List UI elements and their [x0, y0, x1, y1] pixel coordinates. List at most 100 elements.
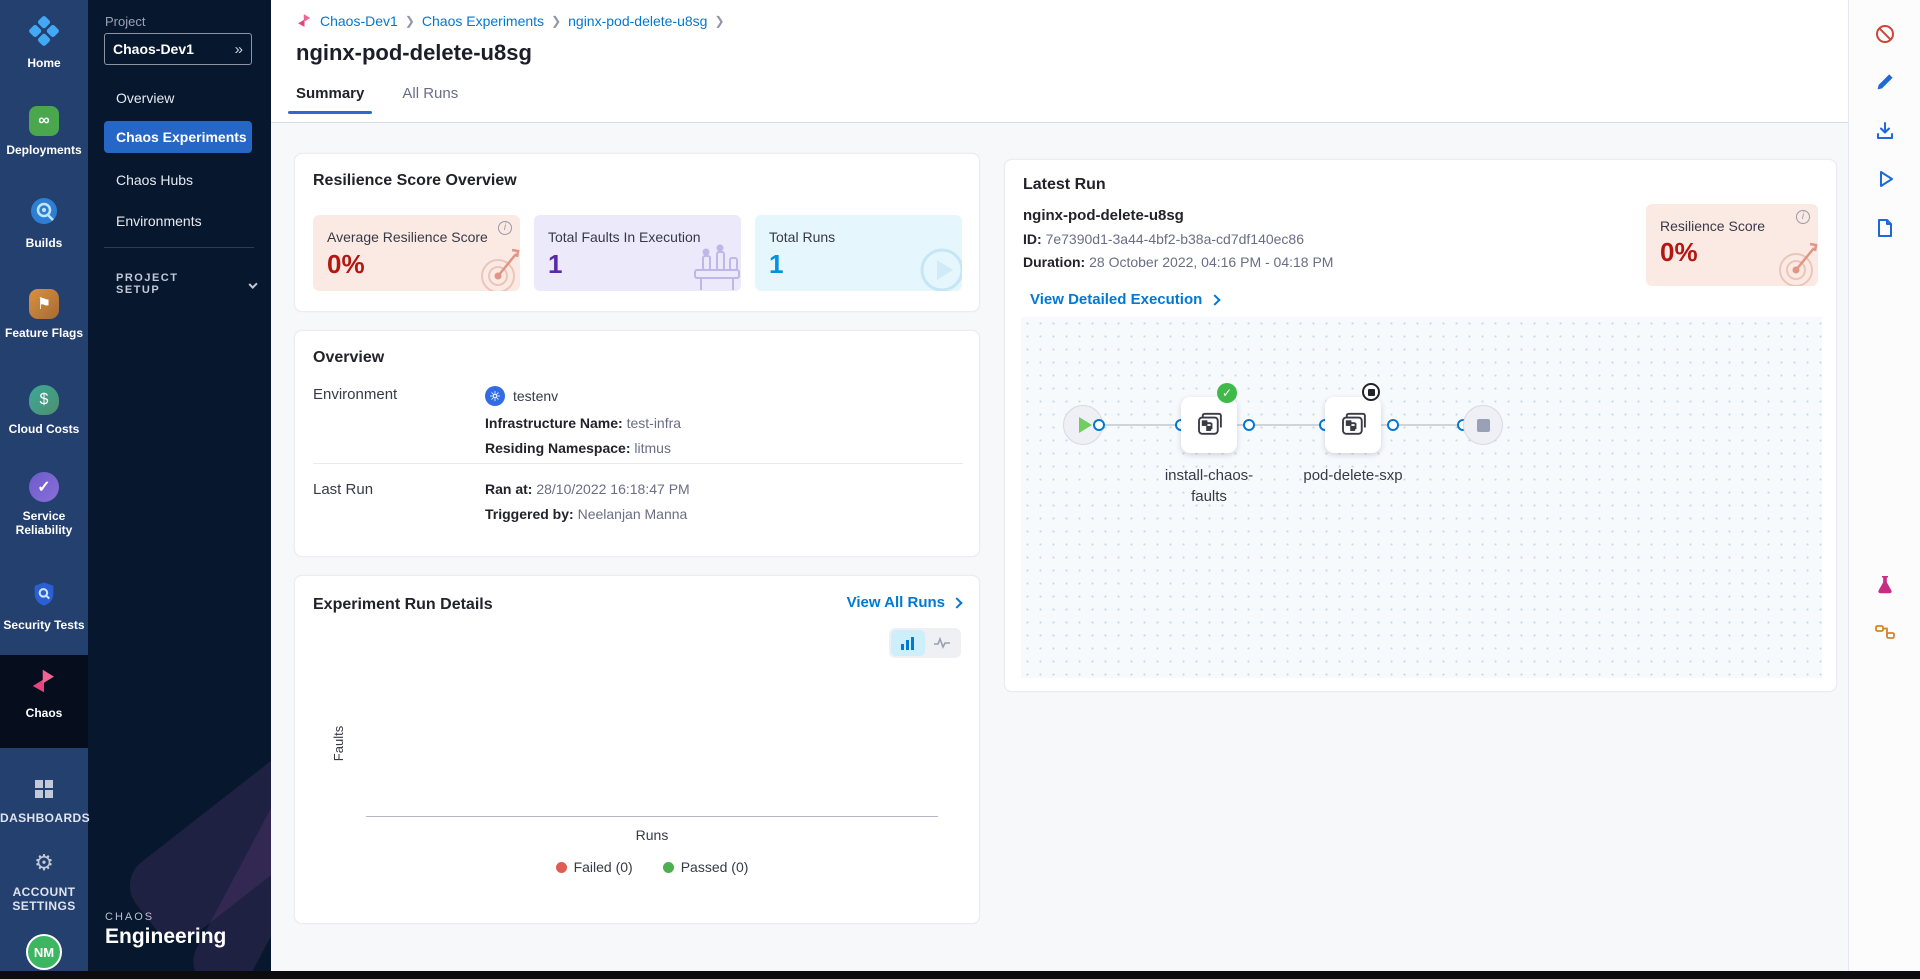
view-detailed-execution-label: View Detailed Execution: [1030, 291, 1202, 308]
breadcrumb-link-project[interactable]: Chaos-Dev1: [320, 13, 398, 29]
resilience-score-overview-card: Resilience Score Overview i Average Resi…: [294, 153, 980, 312]
sidebar-item-overview[interactable]: Overview: [104, 82, 252, 114]
rail-label: Cloud Costs: [0, 422, 88, 436]
info-icon[interactable]: i: [498, 221, 512, 235]
chart-type-toggle: [889, 628, 961, 658]
legend-failed[interactable]: Failed (0): [556, 859, 633, 875]
avatar[interactable]: NM: [26, 934, 62, 970]
experiment-run-details-card: Experiment Run Details View All Runs Fau…: [294, 575, 980, 924]
divider: [313, 463, 963, 464]
project-setup-toggle[interactable]: PROJECT SETUP: [116, 272, 256, 296]
pipeline-connector-line: [1083, 424, 1483, 426]
sidebar-item-label: Chaos Experiments: [116, 129, 247, 145]
sidebar-item-label: Overview: [116, 90, 174, 106]
rail-item-home[interactable]: Home: [0, 14, 88, 70]
view-all-runs-link[interactable]: View All Runs: [847, 594, 961, 611]
total-runs-tile: Total Runs 1: [755, 215, 962, 291]
environment-row: Environment testenv Infrastructure Name:…: [313, 386, 681, 465]
stopped-badge-icon: [1362, 383, 1380, 401]
builds-icon: [27, 194, 61, 228]
environment-name[interactable]: testenv: [513, 388, 558, 404]
breadcrumb-separator: ❯: [714, 14, 724, 28]
stat-label: Total Faults In Execution: [548, 229, 727, 245]
chaos-faults-flask-icon[interactable]: [1874, 574, 1896, 596]
section-title: Latest Run: [1023, 176, 1106, 194]
info-icon[interactable]: i: [1796, 210, 1810, 224]
resilience-score-tile: i Resilience Score 0%: [1646, 204, 1818, 286]
sidebar-item-chaos-hubs[interactable]: Chaos Hubs: [104, 164, 252, 196]
download-manifest-icon[interactable]: [1874, 120, 1896, 142]
dashboards-icon: [27, 772, 61, 806]
legend-passed[interactable]: Passed (0): [663, 859, 749, 875]
connector-port[interactable]: [1243, 419, 1255, 431]
edit-experiment-icon[interactable]: [1874, 71, 1896, 93]
window-edge-bar: [0, 971, 1920, 979]
target-decoration-icon: [1766, 235, 1818, 286]
avg-resilience-score-tile: i Average Resilience Score 0%: [313, 215, 520, 291]
node-label: pod-delete-sxp: [1293, 465, 1413, 486]
rail-item-chaos[interactable]: Chaos: [0, 664, 88, 720]
infra-value: test-infra: [627, 415, 681, 431]
pipeline-node-pod-delete[interactable]: [1325, 397, 1381, 453]
disable-experiment-icon[interactable]: [1874, 23, 1896, 45]
pipeline-end-node[interactable]: [1463, 405, 1503, 445]
brand-block: CHAOS Engineering: [105, 911, 226, 949]
experiment-manifest-icon[interactable]: [1874, 217, 1896, 239]
rail-item-cloud-costs[interactable]: $ Cloud Costs: [0, 383, 88, 436]
play-decoration-icon: [912, 240, 962, 291]
run-experiment-icon[interactable]: [1874, 168, 1896, 190]
rail-label: Deployments: [0, 143, 88, 157]
latest-run-card: Latest Run nginx-pod-delete-u8sg ID: 7e7…: [1004, 159, 1837, 692]
sidebar-item-label: Chaos Hubs: [116, 172, 193, 188]
breadcrumb-link-experiments[interactable]: Chaos Experiments: [422, 13, 544, 29]
infra-label: Infrastructure Name:: [485, 415, 623, 431]
tab-bar: Summary All Runs: [296, 85, 458, 114]
sidebar-item-label: Environments: [116, 213, 202, 229]
rail-item-dashboards[interactable]: DASHBOARDS: [0, 772, 88, 825]
chart-y-axis-label: Faults: [331, 726, 346, 761]
ran-at-label: Ran at:: [485, 481, 532, 497]
namespace-value: litmus: [634, 440, 671, 456]
tab-all-runs[interactable]: All Runs: [402, 85, 458, 114]
pipeline-view-icon[interactable]: [1874, 621, 1896, 643]
connector-port[interactable]: [1093, 419, 1105, 431]
pipeline-node-install-chaos-faults[interactable]: [1181, 397, 1237, 453]
expand-icon[interactable]: »: [235, 41, 243, 58]
run-id-value: 7e7390d1-3a44-4bf2-b38a-cd7df140ec86: [1046, 231, 1304, 247]
chevron-right-icon: [1210, 294, 1221, 305]
target-decoration-icon: [468, 242, 520, 291]
legend-passed-label: Passed (0): [681, 859, 749, 875]
kubernetes-icon: [485, 386, 505, 406]
connector-port[interactable]: [1387, 419, 1399, 431]
sidebar-item-environments[interactable]: Environments: [104, 205, 252, 237]
stat-tiles: i Average Resilience Score 0% Total Faul…: [313, 215, 962, 291]
rail-label: Chaos: [0, 706, 88, 720]
chaos-experiment-page: Home ∞ Deployments Builds ⚑ Feature Flag…: [0, 0, 1920, 979]
tab-summary[interactable]: Summary: [296, 85, 364, 114]
service-reliability-icon: ✓: [27, 470, 61, 504]
rail-item-deployments[interactable]: ∞ Deployments: [0, 104, 88, 157]
rail-item-feature-flags[interactable]: ⚑ Feature Flags: [0, 287, 88, 340]
bar-chart-toggle-button[interactable]: [891, 630, 925, 656]
project-setup-label: PROJECT SETUP: [116, 272, 216, 296]
rail-label: ACCOUNT SETTINGS: [0, 885, 88, 913]
passed-dot-icon: [663, 862, 674, 873]
pipeline-canvas[interactable]: ✓ install-chaos-fau: [1021, 317, 1822, 678]
sidebar-item-chaos-experiments[interactable]: Chaos Experiments: [104, 121, 252, 153]
line-chart-toggle-button[interactable]: [925, 630, 959, 656]
view-all-runs-label: View All Runs: [847, 594, 945, 611]
rail-item-security-tests[interactable]: Security Tests: [0, 577, 88, 632]
rail-item-service-reliability[interactable]: ✓ Service Reliability: [0, 470, 88, 537]
project-sidebar: Project Chaos-Dev1 » Overview Chaos Expe…: [88, 0, 271, 971]
rail-item-builds[interactable]: Builds: [0, 194, 88, 250]
view-detailed-execution-link[interactable]: View Detailed Execution: [1030, 291, 1219, 308]
project-selector[interactable]: Chaos-Dev1 »: [104, 33, 252, 65]
chaos-icon: [27, 664, 61, 698]
rail-item-account-settings[interactable]: ⚙ ACCOUNT SETTINGS: [0, 846, 88, 913]
module-rail: Home ∞ Deployments Builds ⚑ Feature Flag…: [0, 0, 88, 971]
latest-run-name: nginx-pod-delete-u8sg: [1023, 207, 1184, 224]
breadcrumb-link-experiment[interactable]: nginx-pod-delete-u8sg: [568, 13, 707, 29]
rail-label: Home: [0, 56, 88, 70]
breadcrumb: Chaos-Dev1 ❯ Chaos Experiments ❯ nginx-p…: [296, 12, 725, 29]
project-label: Project: [105, 14, 145, 29]
